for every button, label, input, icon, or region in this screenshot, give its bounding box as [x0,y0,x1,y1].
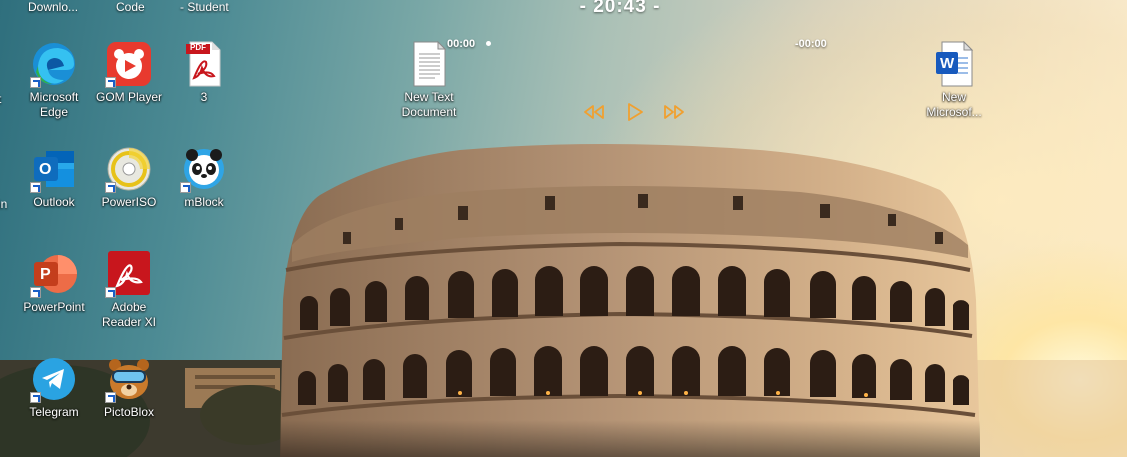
gom-player-icon [105,40,153,88]
icon-label: mBlock [184,195,224,209]
rewind-button[interactable] [583,104,605,125]
desktop-icon-powerpoint[interactable]: P PowerPoint [16,250,92,315]
telegram-icon [30,355,78,403]
text-document-icon [405,40,453,88]
shortcut-arrow-icon [30,287,41,298]
icon-label: 3 [200,90,208,104]
desktop-icon-poweriso[interactable]: PowerISO [91,145,167,210]
icon-label: PictoBlox [103,405,155,419]
shortcut-arrow-icon [105,392,116,403]
icon-label: GOM Player [95,90,162,104]
word-document-icon: W [930,40,978,88]
rewind-icon [584,105,604,119]
word-letter: W [940,55,955,72]
play-icon [628,103,643,121]
powerpoint-icon: P [30,250,78,298]
pdf-badge: PDF [190,43,206,52]
desktop-icon-outlook[interactable]: O Outlook [16,145,92,210]
partial-label-left-edge-2[interactable]: in [0,197,7,211]
mblock-icon [180,145,228,193]
icon-label: New Text Document [401,90,457,119]
desktop-icon-edge[interactable]: Microsoft Edge [16,40,92,120]
icon-label: New Microsof... [926,90,982,119]
pictoblox-icon [105,355,153,403]
icon-label: Outlook [33,195,75,209]
outlook-icon: O [30,145,78,193]
partial-label-code[interactable]: Code [116,0,145,14]
desktop-icon-pictoblox[interactable]: PictoBlox [91,355,167,420]
remaining-time: -00:00 [795,38,827,50]
desktop-icon-mblock[interactable]: mBlock [166,145,242,210]
partial-label-downloads[interactable]: Downlo... [28,0,78,14]
shortcut-arrow-icon [30,77,41,88]
icon-label: PowerISO [101,195,157,209]
outlook-letter: O [39,161,52,178]
desktop-icon-new-text-document[interactable]: New Text Document [391,40,467,120]
desktop-icon-gom-player[interactable]: GOM Player [91,40,167,105]
desktop: Downlo... Code - Student t in Microsoft … [0,0,1127,457]
shortcut-arrow-icon [30,392,41,403]
fast-forward-icon [664,105,684,119]
progress-handle[interactable] [486,41,491,46]
powerpoint-letter: P [40,266,51,283]
adobe-reader-icon [105,250,153,298]
shortcut-arrow-icon [105,77,116,88]
shortcut-arrow-icon [105,182,116,193]
partial-label-student[interactable]: - Student [180,0,229,14]
icon-label: Microsoft Edge [29,90,79,119]
pdf-file-icon: PDF [180,40,228,88]
icon-label: Adobe Reader XI [101,300,157,329]
poweriso-icon [105,145,153,193]
desktop-icon-new-word-document[interactable]: W New Microsof... [916,40,992,120]
partial-label-left-edge-1[interactable]: t [0,92,1,106]
fast-forward-button[interactable] [663,104,685,125]
desktop-icon-telegram[interactable]: Telegram [16,355,92,420]
clock-display: - 20:43 - [579,0,661,17]
desktop-icon-adobe-reader[interactable]: Adobe Reader XI [91,250,167,330]
play-button[interactable] [626,102,644,127]
elapsed-time: 00:00 [447,38,476,50]
desktop-icon-pdf-3[interactable]: PDF 3 [166,40,242,105]
shortcut-arrow-icon [105,287,116,298]
shortcut-arrow-icon [180,182,191,193]
icon-label: Telegram [29,405,79,419]
shortcut-arrow-icon [30,182,41,193]
icon-label: PowerPoint [23,300,85,314]
edge-icon [30,40,78,88]
